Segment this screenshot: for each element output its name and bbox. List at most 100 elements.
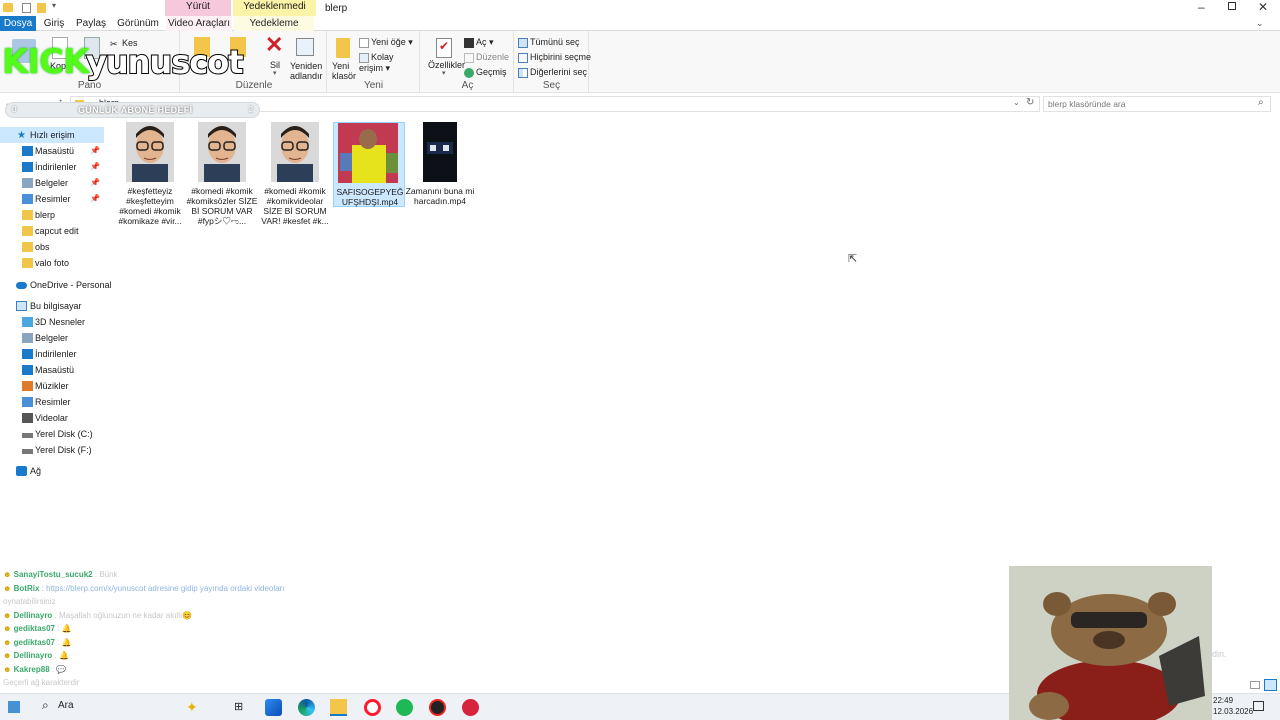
select-all-button[interactable]: Tümünü seç [518,37,580,48]
desktop-icon [22,146,33,156]
nav-quick-item[interactable]: İndirilenler 📌 [0,159,104,175]
videos-icon [22,413,33,423]
address-dropdown-icon[interactable]: ⌄ [1013,98,1020,107]
new-folder-icon[interactable] [37,3,46,13]
nav-pc-item[interactable]: Müzikler [0,378,104,394]
edit-label: Düzenle [476,52,510,62]
group-yeni: Yeni klasör Yeni öğe ▾ Kolay erişim ▾ Yen… [328,31,420,93]
rename-icon[interactable] [296,38,314,56]
pin-icon[interactable]: 📌 [90,191,100,207]
nav-quick-item-label: capcut edit [35,226,79,236]
file-item[interactable]: #keşfetteyiz #keşfetteyim #komedi #komik… [114,122,186,226]
nav-pc-item[interactable]: Videolar [0,410,104,426]
taskbar-search-icon[interactable]: ⌕ [42,698,49,713]
history-button[interactable]: Geçmiş [464,67,507,78]
pin-icon[interactable]: 📌 [90,175,100,191]
chat-badge-icon: ☻ [3,570,14,579]
edit-button[interactable]: Düzenle [464,52,509,63]
nav-pc-item[interactable]: Resimler [0,394,104,410]
nav-onedrive[interactable]: OneDrive - Personal [0,277,112,293]
nav-pc-item[interactable]: İndirilenler [0,346,104,362]
folder-icon [22,226,33,236]
star-icon: ★ [17,130,26,141]
context-tab-yurut-label: Yürüt [186,1,210,12]
pin-icon[interactable]: 📌 [90,159,100,175]
clock-date[interactable]: 12.03.2026 [1213,707,1253,716]
properties-icon[interactable] [22,3,31,13]
nav-pc-item[interactable]: Masaüstü [0,362,104,378]
details-view-icon[interactable] [1250,681,1260,689]
nav-quick-item[interactable]: Resimler 📌 [0,191,104,207]
nav-quick-item[interactable]: blerp [0,207,104,223]
copilot-icon[interactable] [265,699,282,716]
nav-quick-item[interactable]: obs [0,239,104,255]
tab-yedekleme-araclari[interactable]: Yedekleme Araçları [234,16,314,44]
chat-badge-icon: ☻ [3,651,14,660]
nav-network[interactable]: Ağ [0,463,104,479]
file-item[interactable]: #komedi #komik #komikvideolar SİZE Bİ SO… [259,122,331,226]
nav-quick-item[interactable]: Masaüstü 📌 [0,143,104,159]
download-icon [22,349,33,359]
new-folder-label-1: Yeni [332,61,350,71]
spotify-icon[interactable] [396,699,413,716]
properties-chevron-icon[interactable]: ▾ [442,69,446,77]
media-app-icon[interactable] [462,699,479,716]
maximize-icon[interactable] [1228,2,1236,10]
file-item[interactable]: #komedi #komik #komiksözler SİZE Bİ SORU… [186,122,258,226]
nav-quick-item[interactable]: Belgeler 📌 [0,175,104,191]
open-button[interactable]: Aç ▾ [464,37,494,48]
tab-dosya[interactable]: Dosya [0,16,36,31]
nav-quick-access[interactable]: ★ Hızlı erişim [0,127,104,143]
obs-icon[interactable] [429,699,446,716]
easy-access-button[interactable]: Kolay erişim ▾ [359,52,419,73]
tab-giris[interactable]: Giriş [40,16,68,31]
nav-quick-item[interactable]: valo foto [0,255,104,271]
properties-button[interactable]: Özellikler [428,60,465,70]
delete-chevron-icon[interactable]: ▾ [273,69,277,77]
select-none-label: Hiçbirini seçme [530,52,592,62]
refresh-icon[interactable]: ↻ [1026,97,1034,108]
nav-pc-item[interactable]: Yerel Disk (F:) [0,442,104,458]
nav-quick-item-label: valo foto [35,258,70,268]
task-view-icon[interactable]: ⊞ [234,700,243,713]
group-label-ac: Aç [461,80,474,91]
tab-video-araclari[interactable]: Video Araçları [166,16,232,31]
select-none-button[interactable]: Hiçbirini seçme [518,52,591,63]
chat-text: : 🔔 [54,651,69,660]
file-item[interactable]: Zamanını buna mi harcadın.mp4 [404,122,476,222]
tab-paylas[interactable]: Paylaş [74,16,108,31]
search-box[interactable]: blerp klasöründe ara ⌕ [1043,96,1271,112]
nav-quick-item[interactable]: capcut edit [0,223,104,239]
new-item-button[interactable]: Yeni öğe ▾ [359,37,413,48]
new-folder-big-icon[interactable] [336,38,350,58]
file-item[interactable]: SAFISOGEPYEĞUFŞHDŞI.mp4 [333,122,405,207]
notification-icon[interactable] [1253,701,1264,711]
rename-button[interactable]: Yeniden adlandır [290,61,323,81]
start-icon[interactable] [8,701,20,713]
invert-selection-icon [518,67,528,78]
taskbar-search-label[interactable]: Ara [58,700,74,711]
large-icons-view-icon[interactable] [1264,679,1277,691]
new-folder-button[interactable]: Yeni klasör [332,61,356,81]
widgets-icon[interactable]: ✦ [186,699,198,716]
ribbon-expand-icon[interactable]: ⌄ [1256,18,1264,29]
close-icon[interactable]: ✕ [1258,0,1268,14]
nav-pc-item[interactable]: 3D Nesneler [0,314,104,330]
nav-this-pc[interactable]: Bu bilgisayar [0,298,104,314]
pin-icon[interactable]: 📌 [90,143,100,159]
clock-time[interactable]: 22:49 [1213,696,1233,705]
nav-pc-item[interactable]: Yerel Disk (C:) [0,426,104,442]
chat-text: : 🔔 [57,637,72,647]
chat-message: ☻ gediktas07 : 🔔 [3,624,72,634]
opera-icon[interactable] [364,699,381,716]
minimize-icon[interactable]: – [1198,0,1205,14]
tab-gorunum[interactable]: Görünüm [116,16,160,31]
nav-pc-item[interactable]: Belgeler [0,330,104,346]
search-icon[interactable]: ⌕ [1258,97,1264,108]
properties-big-icon[interactable]: ✔ [436,38,452,58]
edge-icon[interactable] [298,699,315,716]
documents-icon [22,178,33,188]
file-explorer-icon[interactable] [330,699,347,716]
chevron-down-icon[interactable]: ▾ [52,1,56,10]
invert-selection-button[interactable]: Diğerlerini seç [518,67,587,78]
